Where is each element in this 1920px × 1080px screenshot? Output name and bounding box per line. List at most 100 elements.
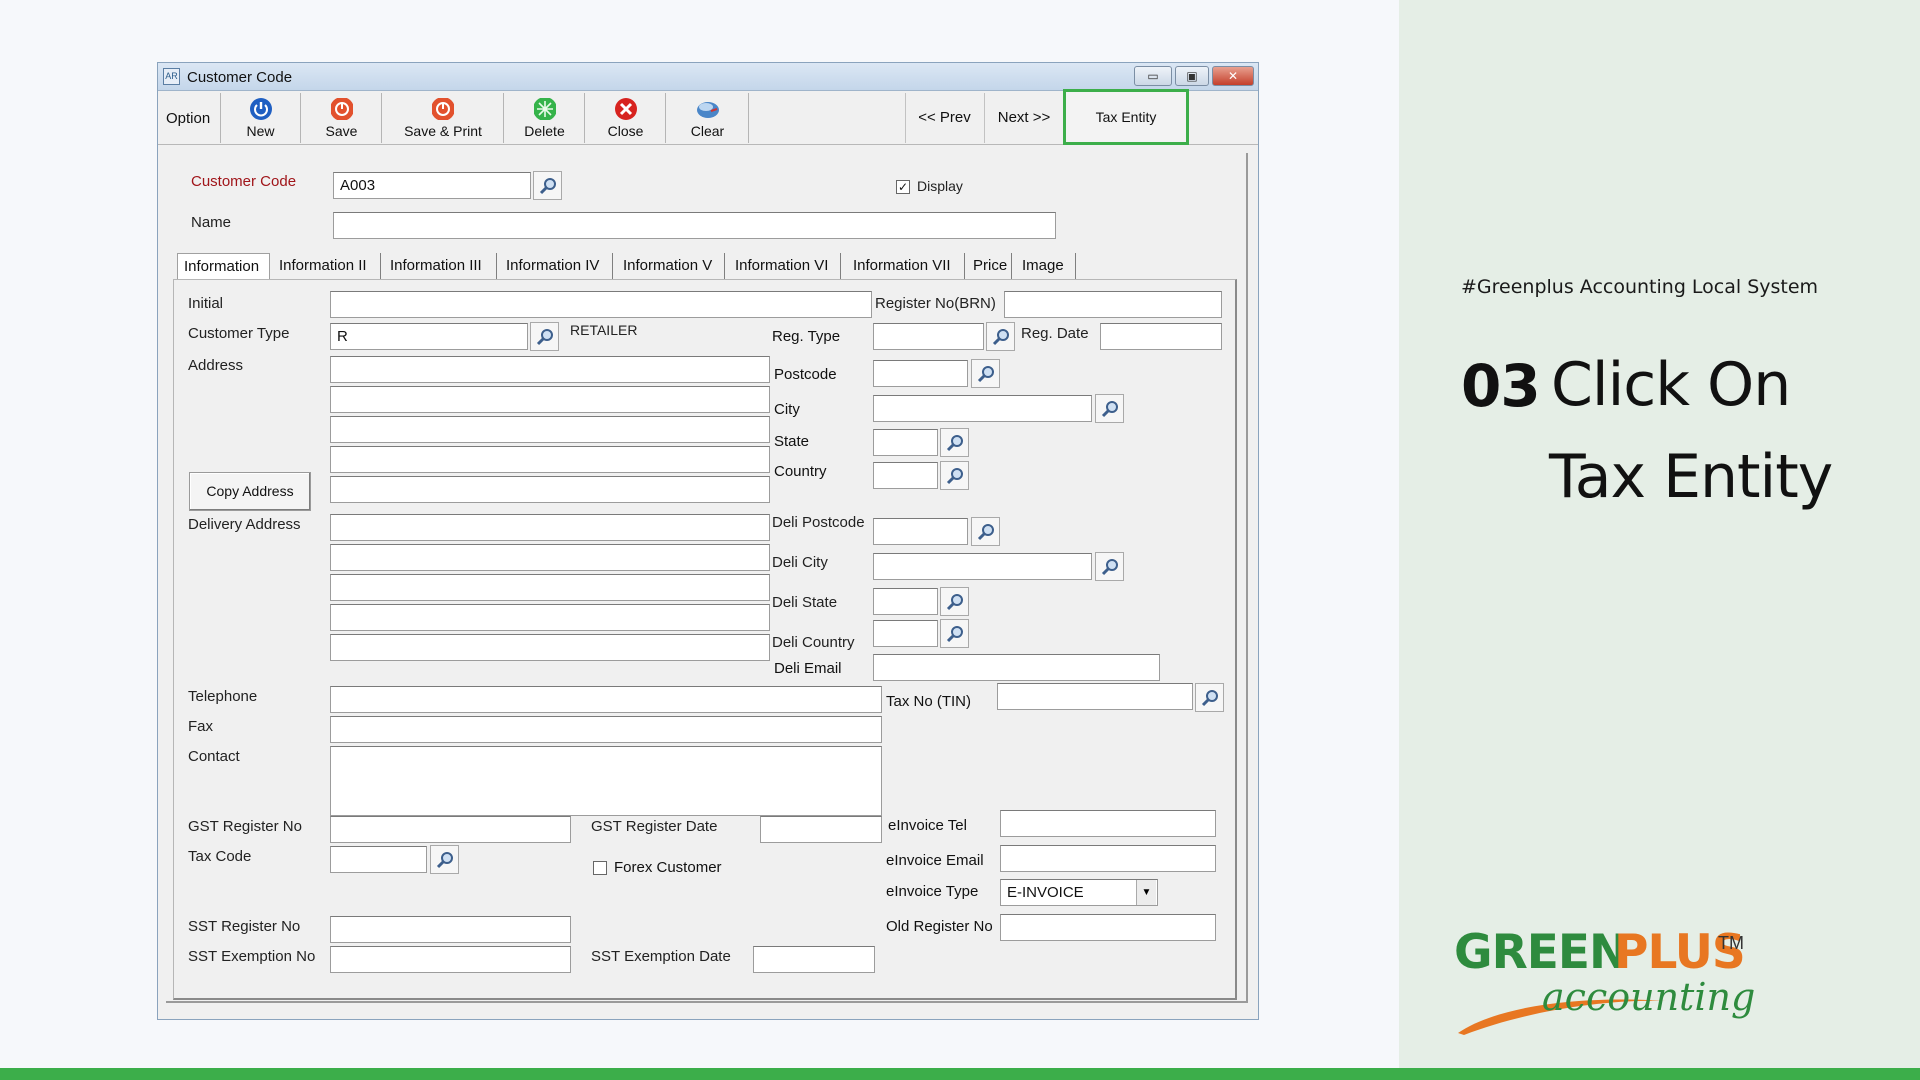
prev-button[interactable]: << Prev <box>905 93 983 143</box>
greenplus-logo: GREEN PLUS TM accounting <box>1450 925 1760 1035</box>
option-label: Option <box>166 110 211 127</box>
magnifier-icon <box>436 852 453 869</box>
tab-image[interactable]: Image <box>1016 253 1076 279</box>
delivery-address-line-2[interactable] <box>330 544 770 571</box>
sst-exemption-no-label: SST Exemption No <box>188 948 316 965</box>
city-input[interactable] <box>873 395 1092 422</box>
logo-trademark: TM <box>1718 933 1744 953</box>
gst-register-no-input[interactable] <box>330 816 571 843</box>
contact-input[interactable] <box>330 746 882 816</box>
save-print-button[interactable]: Save & Print <box>383 93 504 143</box>
delivery-address-line-3[interactable] <box>330 574 770 601</box>
initial-input[interactable] <box>330 291 872 318</box>
new-button[interactable]: New <box>221 93 301 143</box>
delete-icon <box>533 98 556 120</box>
delete-button-label: Delete <box>524 123 565 139</box>
magnifier-icon <box>992 329 1009 346</box>
save-icon <box>330 98 353 120</box>
state-input[interactable] <box>873 429 938 456</box>
tab-information-vi[interactable]: Information VI <box>729 253 841 279</box>
sst-exemption-date-label: SST Exemption Date <box>591 948 731 965</box>
old-register-no-input[interactable] <box>1000 914 1216 941</box>
chevron-down-icon[interactable]: ▼ <box>1136 880 1156 905</box>
tab-information-iv[interactable]: Information IV <box>500 253 613 279</box>
register-no-input[interactable] <box>1004 291 1222 318</box>
copy-address-button[interactable]: Copy Address <box>189 472 311 511</box>
country-lookup-button[interactable] <box>940 461 969 490</box>
tax-entity-button[interactable]: Tax Entity <box>1063 89 1189 145</box>
address-line-5[interactable] <box>330 476 770 503</box>
address-line-3[interactable] <box>330 416 770 443</box>
name-label: Name <box>191 214 232 231</box>
customer-type-lookup-button[interactable] <box>530 322 559 351</box>
einvoice-type-select[interactable]: E-INVOICE <box>1000 879 1158 906</box>
address-line-1[interactable] <box>330 356 770 383</box>
tab-information-ii[interactable]: Information II <box>273 253 381 279</box>
magnifier-icon <box>946 594 963 611</box>
deli-city-lookup-button[interactable] <box>1095 552 1124 581</box>
deli-postcode-lookup-button[interactable] <box>971 517 1000 546</box>
address-line-2[interactable] <box>330 386 770 413</box>
tab-information-iii[interactable]: Information III <box>384 253 497 279</box>
tab-price[interactable]: Price <box>967 253 1012 279</box>
postcode-input[interactable] <box>873 360 968 387</box>
customer-type-input[interactable]: R <box>330 323 528 350</box>
reg-date-input[interactable] <box>1100 323 1222 350</box>
customer-type-description: RETAILER <box>570 322 638 338</box>
tax-no-input[interactable] <box>997 683 1193 710</box>
step-number: 03 <box>1461 352 1541 420</box>
gst-register-date-input[interactable] <box>760 816 882 843</box>
sst-exemption-date-input[interactable] <box>753 946 875 973</box>
next-button[interactable]: Next >> <box>984 93 1063 143</box>
reg-type-lookup-button[interactable] <box>986 322 1015 351</box>
deli-country-label: Deli Country <box>772 634 855 651</box>
window-title: Customer Code <box>187 69 293 86</box>
sst-exemption-no-input[interactable] <box>330 946 571 973</box>
city-lookup-button[interactable] <box>1095 394 1124 423</box>
deli-city-input[interactable] <box>873 553 1092 580</box>
save-button[interactable]: Save <box>302 93 382 143</box>
postcode-lookup-button[interactable] <box>971 359 1000 388</box>
tax-code-input[interactable] <box>330 846 427 873</box>
telephone-input[interactable] <box>330 686 882 713</box>
address-line-4[interactable] <box>330 446 770 473</box>
minimize-button[interactable]: ▭ <box>1134 66 1172 86</box>
reg-type-input[interactable] <box>873 323 984 350</box>
state-lookup-button[interactable] <box>940 428 969 457</box>
einvoice-tel-input[interactable] <box>1000 810 1216 837</box>
magnifier-icon <box>1201 690 1218 707</box>
close-button[interactable]: Close <box>586 93 666 143</box>
deli-email-input[interactable] <box>873 654 1160 681</box>
magnifier-icon <box>536 329 553 346</box>
clear-button[interactable]: Clear <box>667 93 749 143</box>
name-input[interactable] <box>333 212 1056 239</box>
deli-country-lookup-button[interactable] <box>940 619 969 648</box>
delivery-address-line-5[interactable] <box>330 634 770 661</box>
magnifier-icon <box>946 626 963 643</box>
deli-postcode-input[interactable] <box>873 518 968 545</box>
deli-country-input[interactable] <box>873 620 938 647</box>
deli-state-input[interactable] <box>873 588 938 615</box>
delivery-address-line-1[interactable] <box>330 514 770 541</box>
tab-information-vii[interactable]: Information VII <box>847 253 965 279</box>
contact-label: Contact <box>188 748 240 765</box>
einvoice-email-input[interactable] <box>1000 845 1216 872</box>
customer-code-input[interactable]: A003 <box>333 172 531 199</box>
tax-code-lookup-button[interactable] <box>430 845 459 874</box>
tab-information-v[interactable]: Information V <box>617 253 725 279</box>
delivery-address-label: Delivery Address <box>188 516 301 533</box>
window-close-button[interactable]: ✕ <box>1212 66 1254 86</box>
fax-input[interactable] <box>330 716 882 743</box>
restore-button[interactable]: ▣ <box>1175 66 1209 86</box>
tax-no-lookup-button[interactable] <box>1195 683 1224 712</box>
deli-state-lookup-button[interactable] <box>940 587 969 616</box>
postcode-label: Postcode <box>774 366 837 383</box>
display-checkbox[interactable]: ✓ <box>896 180 910 194</box>
sst-register-no-input[interactable] <box>330 916 571 943</box>
forex-customer-checkbox[interactable] <box>593 861 607 875</box>
tab-information[interactable]: Information <box>177 253 270 279</box>
delete-button[interactable]: Delete <box>505 93 585 143</box>
country-input[interactable] <box>873 462 938 489</box>
delivery-address-line-4[interactable] <box>330 604 770 631</box>
customer-code-lookup-button[interactable] <box>533 171 562 200</box>
